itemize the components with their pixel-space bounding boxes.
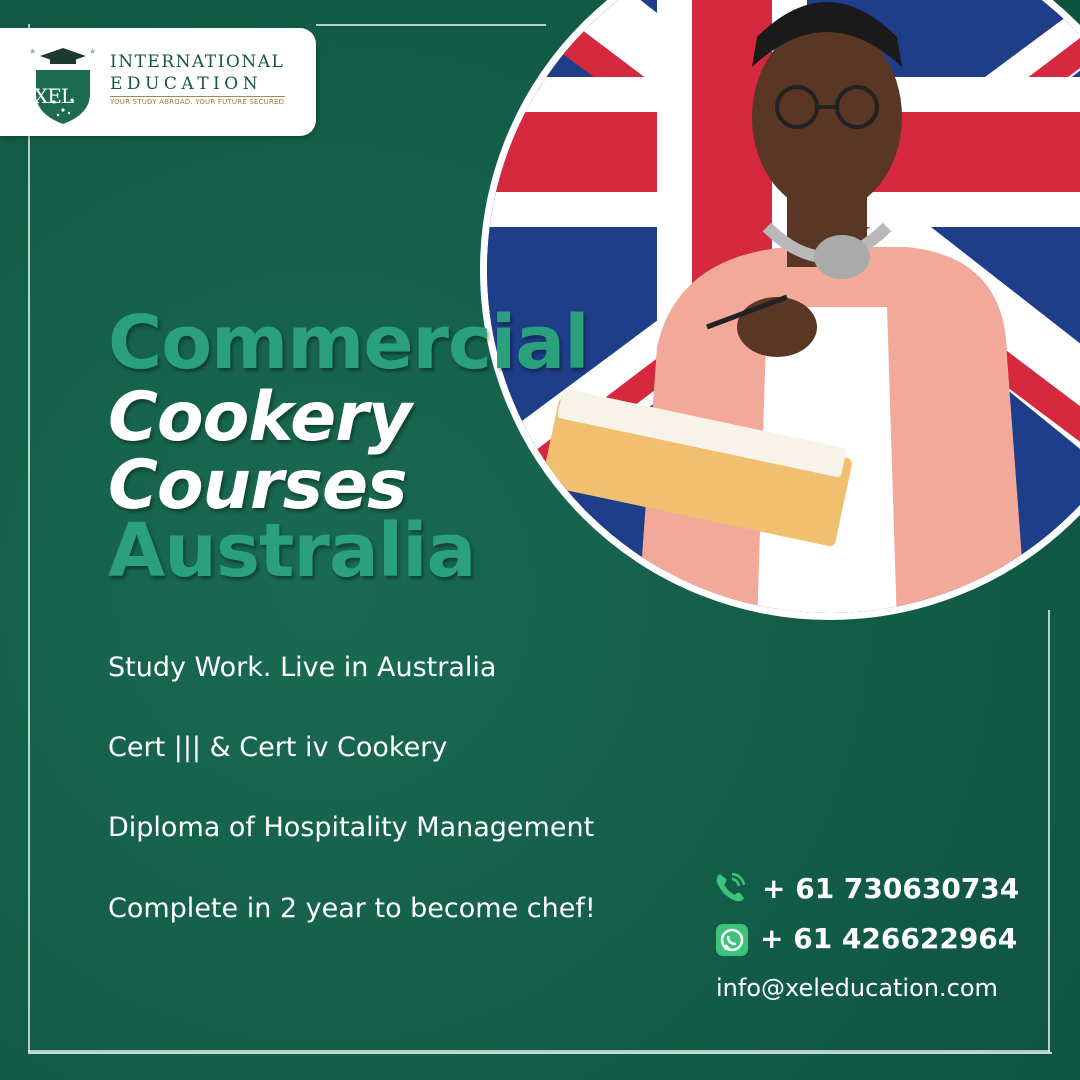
bullet-diploma: Diploma of Hospitality Management <box>108 812 595 843</box>
brand-divider <box>110 96 285 97</box>
brand-name-line1: INTERNATIONAL <box>110 52 285 72</box>
phone-call-icon[interactable] <box>712 868 750 906</box>
phone-number[interactable]: + 61 730630734 <box>762 872 1019 905</box>
bullet-complete: Complete in 2 year to become chef! <box>108 893 596 924</box>
logo-letters: XEL <box>34 84 74 108</box>
frame-right-line <box>1048 610 1050 1052</box>
brand-name-line2: EDUCATION <box>110 74 263 94</box>
logo-card[interactable]: ★ ★ XEL INTERNATIONAL EDUCATION YOUR STU… <box>0 28 316 136</box>
svg-text:★: ★ <box>29 47 36 56</box>
svg-text:★: ★ <box>89 47 96 56</box>
email-address[interactable]: info@xeleducation.com <box>716 974 998 1002</box>
whatsapp-icon[interactable] <box>714 922 752 960</box>
headline-line4: Australia <box>108 508 476 594</box>
brand-tagline: YOUR STUDY ABROAD. YOUR FUTURE SECURED <box>110 98 285 106</box>
poster: ★ ★ XEL INTERNATIONAL EDUCATION YOUR STU… <box>0 0 1080 1080</box>
whatsapp-number[interactable]: + 61 426622964 <box>760 922 1017 955</box>
bullet-cert-cookery: Cert ||| & Cert iv Cookery <box>108 732 448 763</box>
headline-line1: Commercial <box>108 300 590 386</box>
frame-bottom-line <box>28 1050 1050 1052</box>
bullet-study-work-live: Study Work. Live in Australia <box>108 652 497 683</box>
